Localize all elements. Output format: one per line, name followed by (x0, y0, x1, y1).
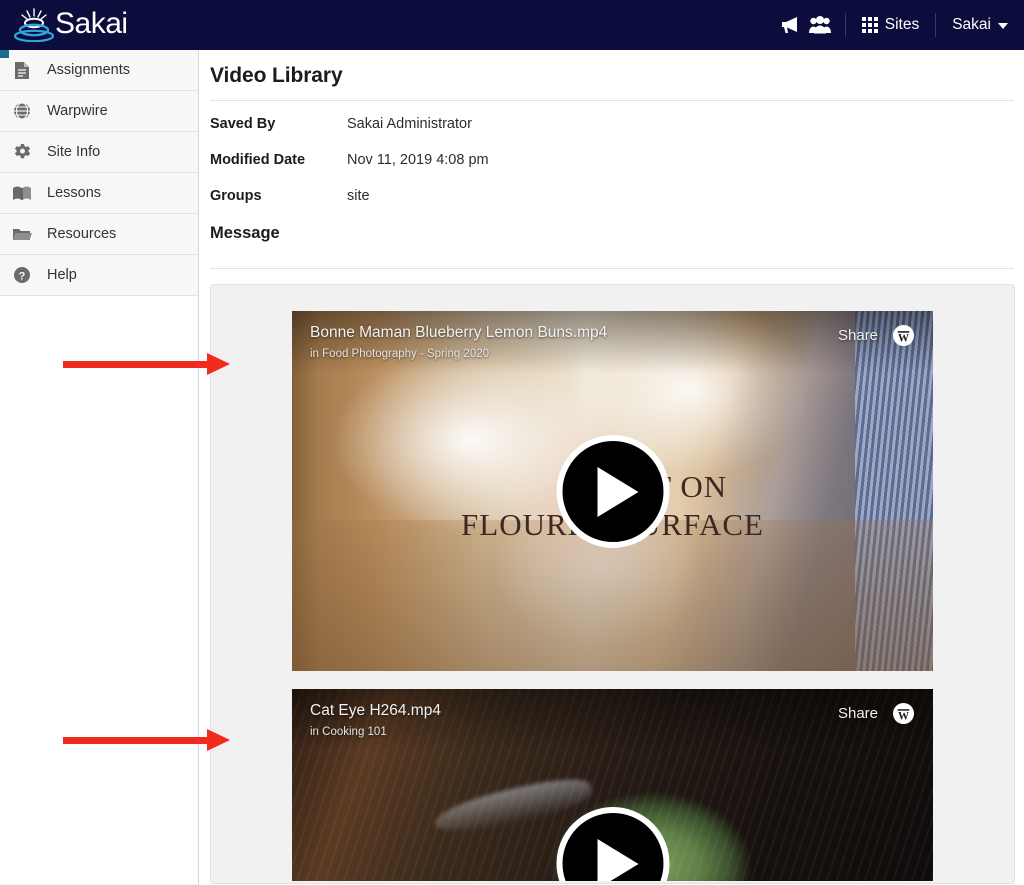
video-title-group: Cat Eye H264.mp4 in Cooking 101 (310, 701, 441, 738)
sidebar-item-label: Help (47, 267, 77, 283)
metadata-row-saved-by: Saved By Sakai Administrator (210, 116, 1014, 132)
sidebar-item-resources[interactable]: Resources (0, 214, 198, 255)
message-heading: Message (210, 224, 280, 242)
sidebar-item-label: Site Info (47, 144, 101, 160)
water-droplet-ripple-logo (14, 8, 54, 42)
sidebar-empty-area (0, 296, 198, 884)
sites-button[interactable]: Sites (856, 0, 925, 50)
video-actions: Share W (838, 701, 915, 725)
top-nav-right-group: Sites Sakai (775, 0, 1024, 50)
sidebar-item-site-info[interactable]: Site Info (0, 132, 198, 173)
tool-sidebar: Assignments Warpwire Site Info Lessons R… (0, 50, 199, 885)
folder-icon (11, 223, 33, 245)
metadata-value: Nov 11, 2019 4:08 pm (347, 152, 489, 168)
metadata-label: Modified Date (210, 152, 306, 168)
sidebar-list: Assignments Warpwire Site Info Lessons R… (0, 50, 198, 296)
sidebar-item-lessons[interactable]: Lessons (0, 173, 198, 214)
brand-name: Sakai (55, 6, 128, 40)
share-button[interactable]: Share (838, 705, 878, 722)
people-group-icon (808, 16, 831, 34)
warpwire-w-icon[interactable]: W (892, 702, 915, 725)
svg-text:?: ? (19, 270, 26, 282)
sidebar-item-label: Assignments (47, 62, 131, 78)
sidebar-item-assignments[interactable]: Assignments (0, 50, 198, 91)
sidebar-item-label: Lessons (47, 185, 102, 201)
nav-divider-2 (935, 13, 937, 37)
play-button-icon (597, 466, 639, 517)
user-menu-button[interactable]: Sakai (946, 0, 1012, 50)
question-circle-icon: ? (11, 264, 33, 286)
sidebar-item-help[interactable]: ? Help (0, 255, 198, 296)
megaphone-icon (781, 17, 797, 33)
message-body-video-panel: L OUT ON FLOURED SURFACE Bonne Maman Blu… (210, 284, 1015, 884)
main-content: Video Library Saved By Sakai Administrat… (200, 50, 1024, 885)
book-icon (11, 182, 33, 204)
svg-text:W: W (898, 711, 909, 723)
user-menu-label: Sakai (952, 16, 991, 33)
video-metadata-table: Saved By Sakai Administrator Modified Da… (200, 116, 1024, 204)
video-source-subtitle: in Food Photography - Spring 2020 (310, 348, 490, 360)
video-title: Bonne Maman Blueberry Lemon Buns.mp4 (310, 324, 608, 341)
share-button[interactable]: Share (838, 327, 878, 344)
sidebar-item-label: Warpwire (47, 103, 108, 119)
sakai-brand[interactable]: Sakai (14, 0, 128, 50)
page-title: Video Library (210, 64, 343, 87)
active-tool-accent-marker (0, 50, 9, 58)
play-button-icon (597, 838, 639, 881)
video-header-overlay: Bonne Maman Blueberry Lemon Buns.mp4 in … (292, 311, 933, 373)
metadata-label: Saved By (210, 116, 276, 132)
message-divider (210, 268, 1014, 269)
metadata-row-groups: Groups site (210, 188, 1014, 204)
nav-divider (844, 13, 846, 37)
chevron-down-icon (998, 23, 1008, 29)
video-card[interactable]: Cat Eye H264.mp4 in Cooking 101 Share W (292, 689, 933, 881)
play-button[interactable] (556, 435, 669, 548)
metadata-value: site (347, 188, 370, 204)
gear-icon (11, 141, 33, 163)
metadata-value: Sakai Administrator (347, 116, 472, 132)
video-title: Cat Eye H264.mp4 (310, 702, 441, 719)
document-icon (11, 59, 33, 81)
title-divider (210, 100, 1014, 101)
video-actions: Share W (838, 323, 915, 347)
announcements-button[interactable] (775, 0, 805, 50)
metadata-row-modified-date: Modified Date Nov 11, 2019 4:08 pm (210, 152, 1014, 168)
video-card[interactable]: L OUT ON FLOURED SURFACE Bonne Maman Blu… (292, 311, 933, 671)
video-title-group: Bonne Maman Blueberry Lemon Buns.mp4 in … (310, 323, 607, 360)
site-members-button[interactable] (805, 0, 835, 50)
warpwire-w-icon[interactable]: W (892, 324, 915, 347)
sidebar-item-warpwire[interactable]: Warpwire (0, 91, 198, 132)
video-header-overlay: Cat Eye H264.mp4 in Cooking 101 Share W (292, 689, 933, 751)
globe-icon (11, 100, 33, 122)
grid-icon (861, 17, 878, 33)
metadata-label: Groups (210, 188, 262, 204)
sites-label: Sites (884, 16, 920, 33)
svg-text:W: W (898, 333, 909, 345)
top-navigation-bar: Sakai Sites Sakai (0, 0, 1024, 50)
video-source-subtitle: in Cooking 101 (310, 726, 387, 738)
sidebar-item-label: Resources (47, 226, 117, 242)
